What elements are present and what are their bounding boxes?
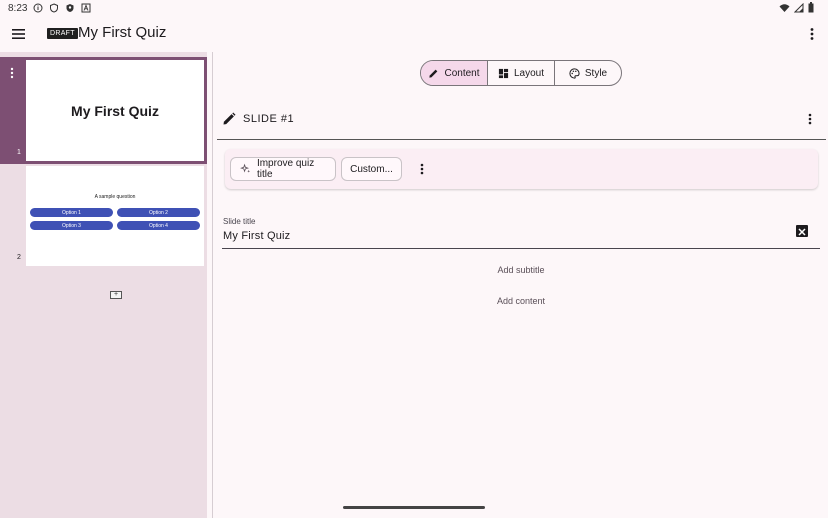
draft-badge: DRAFT bbox=[47, 28, 78, 39]
status-right-icons bbox=[779, 2, 814, 16]
shield-filled-icon bbox=[65, 3, 75, 13]
custom-suggestion-button[interactable]: Custom... bbox=[341, 157, 402, 181]
status-bar: 8:23 bbox=[0, 0, 828, 16]
slide-title-input[interactable]: My First Quiz bbox=[223, 230, 290, 242]
home-indicator[interactable] bbox=[343, 506, 485, 509]
tab-content[interactable]: Content bbox=[421, 61, 488, 85]
improve-title-button[interactable]: Improve quiz title bbox=[230, 157, 336, 181]
cell-signal-icon bbox=[793, 2, 804, 16]
add-subtitle-button[interactable]: Add subtitle bbox=[222, 265, 820, 275]
pencil-icon bbox=[429, 69, 438, 78]
add-content-button[interactable]: Add content bbox=[222, 296, 820, 306]
slide-row-2[interactable]: 2 A sample question Option 1 Option 2 Op… bbox=[0, 164, 207, 267]
thumbnail-title: My First Quiz bbox=[71, 103, 159, 119]
panel-divider bbox=[212, 52, 213, 518]
status-time: 8:23 bbox=[8, 2, 28, 14]
a-square-icon bbox=[81, 3, 91, 13]
slide-number: 2 bbox=[17, 254, 21, 261]
tab-style[interactable]: Style bbox=[555, 61, 621, 85]
ai-suggestions-card: Improve quiz title Custom... bbox=[225, 149, 818, 189]
slide-thumbnail-2[interactable]: A sample question Option 1 Option 2 Opti… bbox=[26, 166, 204, 266]
thumbnail-option: Option 3 bbox=[30, 221, 113, 230]
title-field-underline bbox=[222, 248, 820, 249]
info-circle-icon bbox=[33, 3, 43, 13]
battery-icon bbox=[808, 2, 814, 16]
palette-icon bbox=[569, 67, 580, 79]
thumbnail-option: Option 1 bbox=[30, 208, 113, 217]
layout-grid-icon bbox=[498, 68, 509, 78]
chip-label: Custom... bbox=[350, 163, 393, 175]
slide-heading: SLIDE #1 bbox=[243, 113, 295, 125]
tab-label: Style bbox=[584, 67, 608, 79]
app-bar: DRAFT My First Quiz bbox=[0, 16, 828, 52]
add-slide-button[interactable]: + bbox=[110, 291, 122, 299]
thumbnail-option: Option 2 bbox=[117, 208, 200, 217]
tab-layout[interactable]: Layout bbox=[488, 61, 555, 85]
slide-number: 1 bbox=[17, 149, 21, 156]
slide-thumbnail-1[interactable]: My First Quiz bbox=[26, 60, 204, 161]
slide-header: SLIDE #1 bbox=[222, 110, 294, 128]
tab-label: Layout bbox=[513, 67, 545, 79]
header-divider bbox=[217, 139, 826, 140]
suggestions-more-icon[interactable] bbox=[417, 161, 427, 177]
sparkle-icon bbox=[240, 163, 251, 173]
clear-icon[interactable] bbox=[796, 225, 808, 237]
more-vert-icon[interactable] bbox=[804, 25, 820, 43]
menu-icon[interactable] bbox=[10, 25, 28, 43]
slide-title-label: Slide title bbox=[223, 217, 256, 226]
thumbnail-option: Option 4 bbox=[117, 221, 200, 230]
tab-label: Content bbox=[444, 67, 480, 79]
wifi-icon bbox=[779, 3, 790, 16]
slide-more-icon[interactable] bbox=[6, 65, 18, 81]
slide-row-1[interactable]: 1 My First Quiz bbox=[0, 57, 207, 164]
editor-tabs: Content Layout Style bbox=[420, 60, 622, 86]
chip-label: Improve quiz title bbox=[256, 158, 315, 180]
shield-outline-icon bbox=[49, 3, 59, 13]
slide-more-vert-icon[interactable] bbox=[803, 111, 817, 127]
thumbnail-question: A sample question bbox=[94, 194, 136, 200]
edit-pencil-icon bbox=[223, 112, 236, 125]
page-title: My First Quiz bbox=[78, 24, 167, 41]
slides-panel: 1 My First Quiz 2 A sample question Opti… bbox=[0, 52, 207, 518]
